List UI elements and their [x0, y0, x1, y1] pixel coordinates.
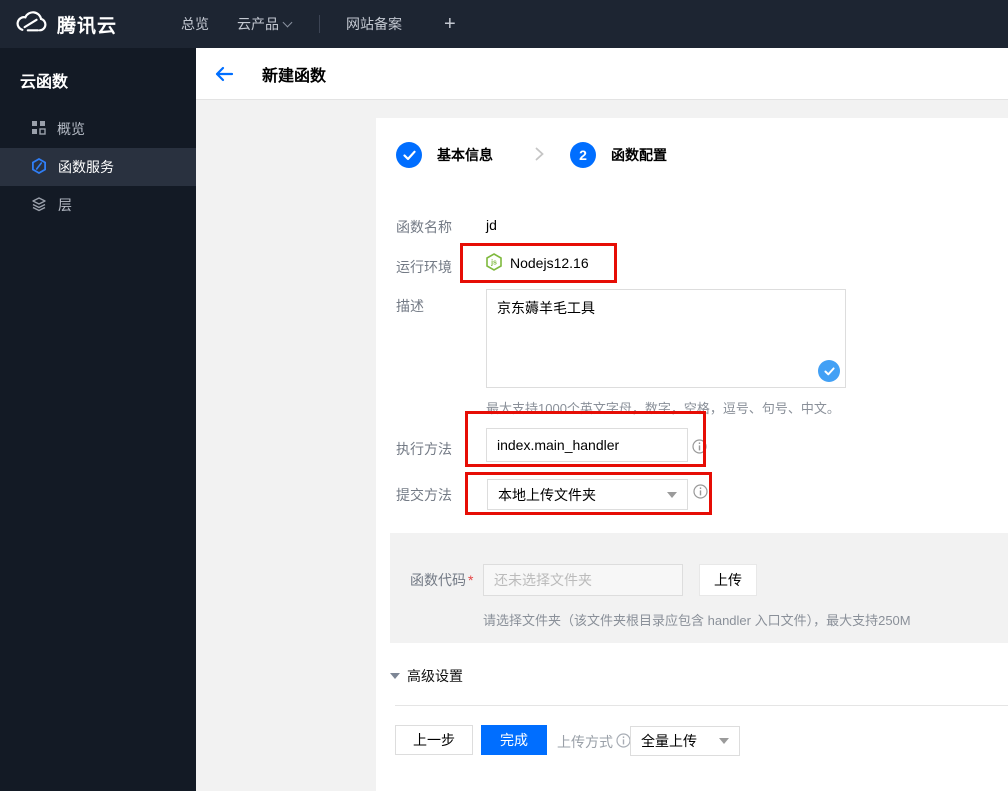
upload-mode-select[interactable]: 全量上传 — [630, 726, 740, 756]
function-name-value: jd — [486, 217, 497, 233]
finish-button[interactable]: 完成 — [481, 725, 547, 755]
scf-hexagon-icon — [31, 157, 47, 177]
sidebar-item-functions[interactable]: 函数服务 — [0, 148, 196, 186]
back-button[interactable] — [214, 65, 234, 83]
caret-down-icon — [719, 738, 729, 744]
sidebar-title: 云函数 — [20, 74, 69, 91]
advanced-settings-toggle[interactable]: 高级设置 — [390, 666, 463, 686]
sidebar-item-layers[interactable]: 层 — [0, 186, 196, 224]
sidebar-item-label: 层 — [58, 197, 72, 213]
sidebar: 云函数 概览 函数服务 层 — [0, 48, 196, 791]
runtime-value: Nodejs12.16 — [510, 255, 589, 271]
nodejs-icon: js — [486, 252, 502, 274]
nav-overview[interactable]: 总览 — [181, 14, 209, 34]
create-function-card: 基本信息 2 函数配置 函数名称 jd 运行环境 js Nodejs12.16 … — [376, 118, 1008, 791]
description-label: 描述 — [396, 298, 424, 314]
function-code-label: 函数代码 * — [410, 572, 474, 588]
description-hint: 最大支持1000个英文字母，数字，空格，逗号、句号、中文。 — [486, 401, 840, 416]
step-separator-icon — [535, 147, 544, 164]
sidebar-item-overview[interactable]: 概览 — [0, 110, 196, 148]
triangle-down-icon — [390, 673, 400, 679]
runtime-value-row: js Nodejs12.16 — [486, 252, 589, 274]
submit-method-info-icon[interactable] — [693, 484, 708, 499]
brand-name: 腾讯云 — [57, 15, 118, 37]
description-textarea[interactable]: 京东薅羊毛工具 — [486, 289, 846, 388]
chevron-down-icon — [282, 17, 293, 27]
svg-text:js: js — [490, 259, 497, 266]
top-navbar: 腾讯云 总览 云产品 网站备案 + — [0, 0, 1008, 48]
nav-divider — [319, 15, 320, 33]
step1-label: 基本信息 — [437, 147, 493, 163]
page-header: 新建函数 — [196, 48, 1008, 100]
brand[interactable]: 腾讯云 — [0, 10, 181, 38]
submit-method-label: 提交方法 — [396, 487, 452, 503]
page-title: 新建函数 — [262, 67, 327, 85]
handler-input[interactable] — [486, 428, 688, 462]
caret-down-icon — [667, 491, 677, 498]
function-code-hint: 请选择文件夹（该文件夹根目录应包含 handler 入口文件），最大支持250M — [483, 613, 911, 628]
required-asterisk: * — [468, 572, 474, 588]
nav-products[interactable]: 云产品 — [237, 14, 293, 34]
valid-check-badge-icon — [818, 360, 840, 382]
add-tab-button[interactable]: + — [444, 13, 456, 36]
step-indicator: 基本信息 2 函数配置 — [396, 142, 667, 168]
upload-mode-label: 上传方式 — [557, 732, 631, 752]
previous-step-button[interactable]: 上一步 — [395, 725, 473, 755]
step1-check-icon — [396, 142, 422, 168]
grid-icon — [31, 120, 46, 138]
upload-mode-value: 全量上传 — [641, 733, 697, 749]
sidebar-item-label: 概览 — [57, 121, 85, 137]
function-name-label: 函数名称 — [396, 219, 452, 235]
layers-icon — [31, 196, 47, 215]
upload-mode-info-icon[interactable] — [616, 733, 631, 751]
handler-label: 执行方法 — [396, 441, 452, 457]
sidebar-item-label: 函数服务 — [58, 159, 114, 175]
runtime-label: 运行环境 — [396, 259, 452, 275]
handler-info-icon[interactable] — [692, 439, 707, 454]
submit-method-value: 本地上传文件夹 — [498, 486, 596, 503]
step2-number: 2 — [570, 142, 596, 168]
folder-path-input[interactable] — [483, 564, 683, 596]
tencent-cloud-logo-icon — [15, 10, 48, 38]
step2-label: 函数配置 — [611, 147, 667, 163]
footer-divider — [395, 705, 1008, 706]
nav-icp[interactable]: 网站备案 — [346, 14, 402, 34]
advanced-settings-label: 高级设置 — [407, 668, 463, 684]
submit-method-select[interactable]: 本地上传文件夹 — [487, 479, 688, 510]
upload-button[interactable]: 上传 — [699, 564, 757, 596]
function-code-section: 函数代码* 上传 请选择文件夹（该文件夹根目录应包含 handler 入口文件）… — [390, 533, 1008, 643]
arrow-left-icon — [215, 66, 234, 81]
